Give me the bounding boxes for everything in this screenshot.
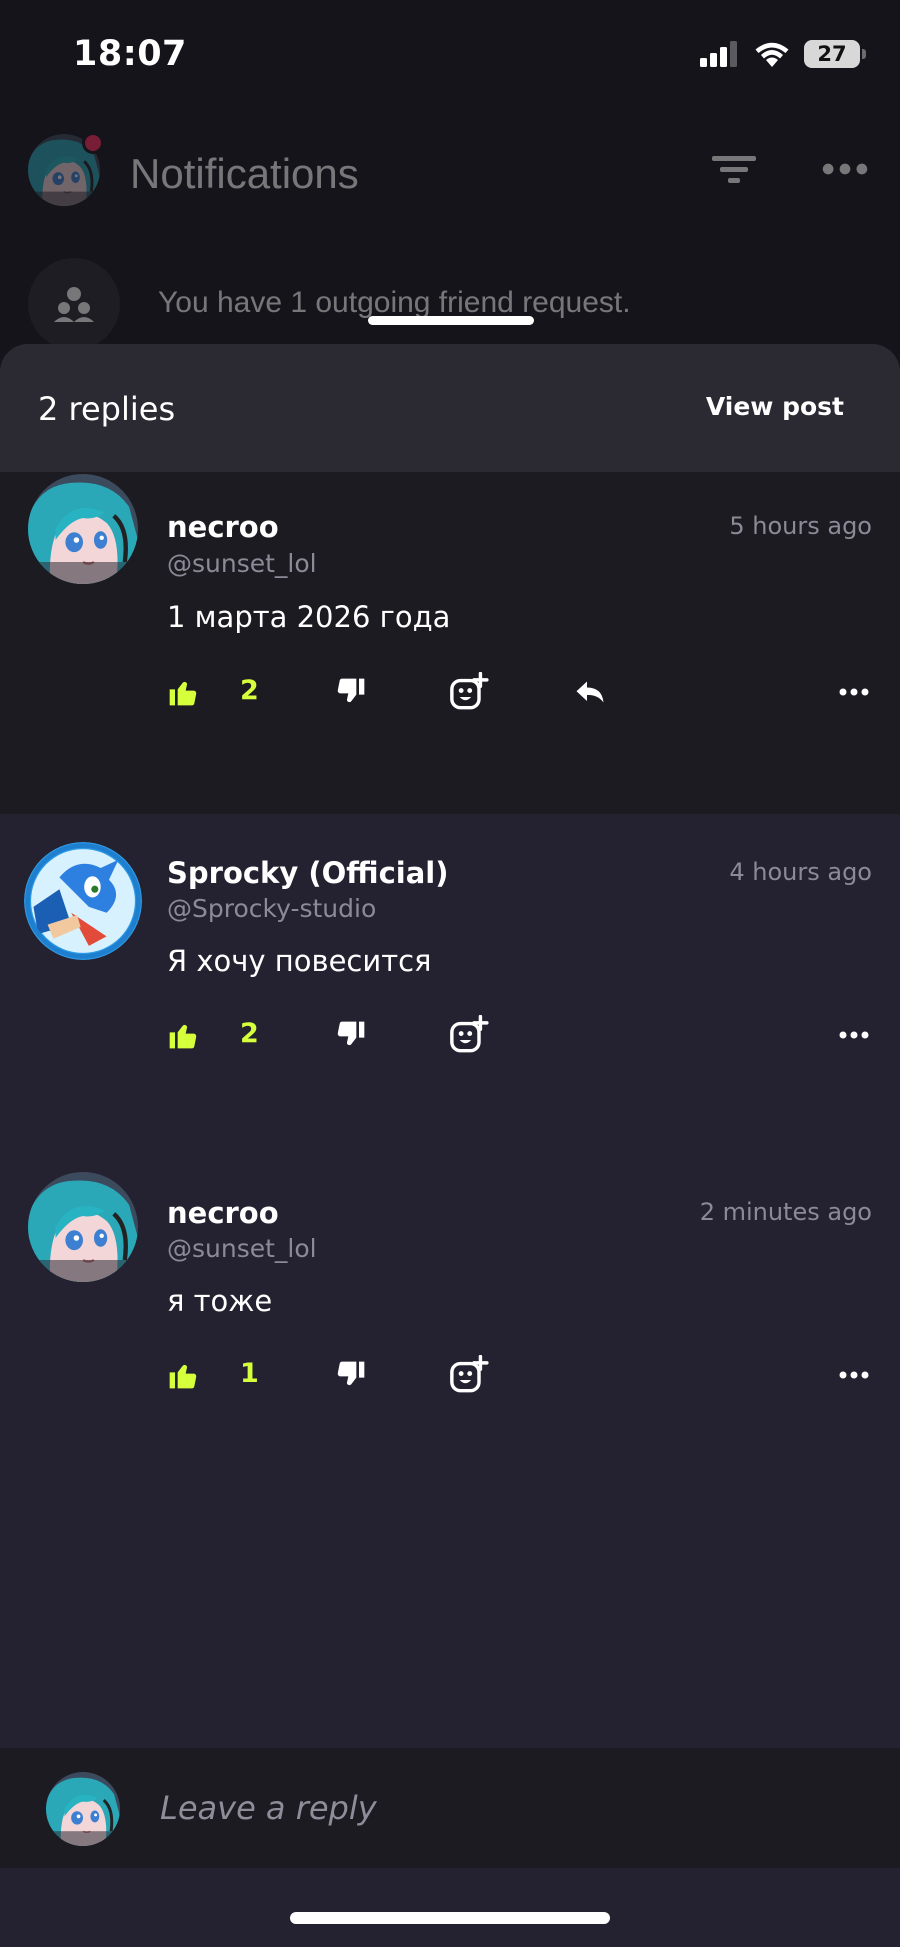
dislike-button[interactable] (334, 1352, 368, 1398)
comment-avatar[interactable] (24, 842, 142, 960)
comment-actions: 2 (0, 669, 900, 715)
add-reaction-icon (449, 1355, 489, 1395)
friends-icon-circle (28, 258, 120, 350)
status-icons: 27 (700, 40, 866, 68)
add-reaction-button[interactable] (448, 1352, 490, 1398)
thumbs-down-icon (335, 1019, 367, 1051)
more-dots-icon (839, 1031, 869, 1039)
comment-time: 2 minutes ago (699, 1198, 872, 1226)
comment-actions: 2 (0, 1012, 900, 1058)
comment-author[interactable]: Sprocky (Official) (167, 856, 449, 890)
battery-level: 27 (817, 42, 847, 66)
comment: Sprocky (Official) @Sprocky-studio 4 hou… (0, 814, 900, 1154)
notification-dot (82, 132, 104, 154)
reply-input[interactable] (160, 1778, 840, 1838)
thumbs-down-icon (335, 1359, 367, 1391)
dislike-button[interactable] (334, 669, 368, 715)
cellular-signal-icon (700, 41, 737, 67)
comment-avatar[interactable] (28, 1172, 138, 1282)
comment-text: я тоже (167, 1284, 273, 1318)
view-post-button[interactable]: View post (706, 392, 844, 421)
comment: necroo @sunset_lol 2 minutes ago я тоже … (0, 1156, 900, 1496)
friend-request-text[interactable]: You have 1 outgoing friend request. (158, 286, 631, 320)
comment-more-button[interactable] (838, 1012, 870, 1058)
reply-button[interactable] (570, 669, 610, 715)
comment-avatar[interactable] (28, 474, 138, 584)
comment-time: 5 hours ago (729, 512, 872, 540)
comment-handle[interactable]: @sunset_lol (167, 1234, 317, 1263)
add-reaction-button[interactable] (448, 669, 490, 715)
comment-author[interactable]: necroo (167, 1196, 279, 1230)
wifi-icon (755, 42, 789, 67)
comment-actions: 1 (0, 1352, 900, 1398)
replies-sheet: 2 replies View post necroo @sunset_lol 5… (0, 344, 900, 1947)
status-time: 18:07 (73, 34, 187, 74)
reply-arrow-icon (572, 674, 608, 710)
thumbs-up-icon (167, 1359, 199, 1391)
comment: necroo @sunset_lol 5 hours ago 1 марта 2… (0, 472, 900, 814)
home-indicator[interactable] (290, 1912, 610, 1924)
add-reaction-button[interactable] (448, 1012, 490, 1058)
more-dots-icon (839, 1371, 869, 1379)
comment-handle[interactable]: @Sprocky-studio (167, 894, 376, 923)
comment-text: 1 марта 2026 года (167, 600, 451, 634)
like-count: 2 (240, 1018, 259, 1049)
background-notifications-page: Notifications You have 1 outgoing friend… (0, 110, 900, 350)
thumbs-up-icon (167, 1019, 199, 1051)
battery-icon: 27 (804, 40, 866, 68)
more-options-icon[interactable] (822, 162, 868, 176)
status-bar: 18:07 27 (0, 0, 900, 110)
sheet-drag-handle[interactable] (368, 316, 534, 325)
comment-author[interactable]: necroo (167, 510, 279, 544)
add-reaction-icon (449, 672, 489, 712)
replies-count: 2 replies (38, 390, 176, 428)
friends-icon (54, 287, 94, 322)
filter-icon[interactable] (712, 154, 756, 186)
more-dots-icon (839, 688, 869, 696)
comment-text: Я хочу повесится (167, 944, 432, 978)
like-button[interactable] (166, 1012, 200, 1058)
like-button[interactable] (166, 1352, 200, 1398)
like-count: 1 (240, 1358, 259, 1389)
thumbs-down-icon (335, 676, 367, 708)
thumbs-up-icon (167, 676, 199, 708)
comment-handle[interactable]: @sunset_lol (167, 549, 317, 578)
dislike-button[interactable] (334, 1012, 368, 1058)
comment-time: 4 hours ago (729, 858, 872, 886)
screen: 18:07 27 Notifications You have 1 outgoi… (0, 0, 900, 1947)
reply-avatar (46, 1772, 120, 1846)
sheet-header: 2 replies View post (0, 344, 900, 472)
comment-more-button[interactable] (838, 1352, 870, 1398)
page-title: Notifications (130, 150, 359, 197)
like-count: 2 (240, 675, 259, 706)
add-reaction-icon (449, 1015, 489, 1055)
comment-more-button[interactable] (838, 669, 870, 715)
like-button[interactable] (166, 669, 200, 715)
reply-bar (0, 1748, 900, 1868)
